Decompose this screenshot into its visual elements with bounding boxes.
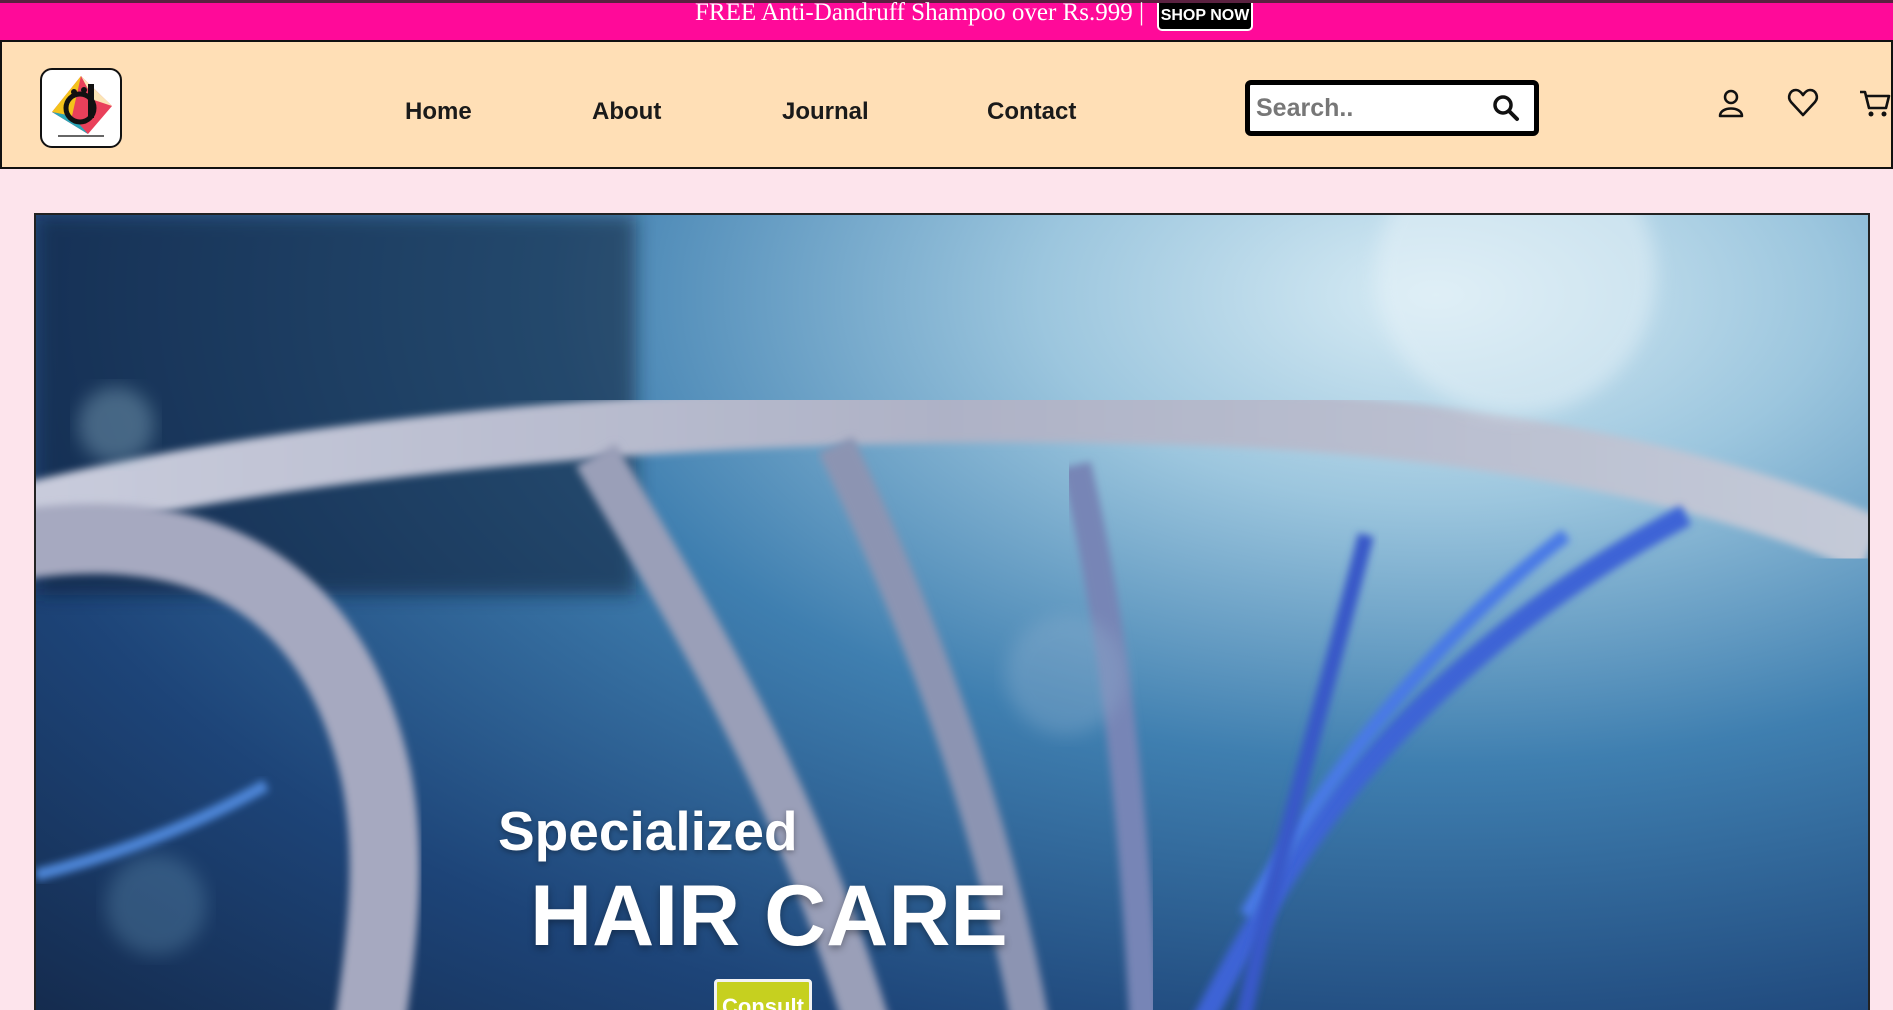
consult-button[interactable]: Consult <box>714 979 812 1010</box>
nav-about[interactable]: About <box>592 98 661 126</box>
search-box <box>1245 80 1539 136</box>
hero-title: HAIR CARE <box>530 868 1008 964</box>
shop-now-button[interactable]: SHOP NOW <box>1157 3 1253 31</box>
cart-icon[interactable] <box>1858 86 1892 120</box>
search-input[interactable] <box>1256 89 1476 127</box>
promo-text: FREE Anti-Dandruff Shampoo over Rs.999 | <box>695 0 1144 26</box>
heart-icon[interactable] <box>1786 86 1820 120</box>
brand-logo[interactable] <box>40 68 122 148</box>
logo-icon <box>52 76 112 137</box>
nav-contact[interactable]: Contact <box>987 98 1076 126</box>
search-icon[interactable] <box>1490 93 1524 123</box>
user-icon[interactable] <box>1714 86 1748 120</box>
site-header: Home About Journal Contact <box>0 40 1893 169</box>
promo-banner: FREE Anti-Dandruff Shampoo over Rs.999 |… <box>0 0 1893 40</box>
hero-subtitle: Specialized <box>498 800 798 862</box>
nav-home[interactable]: Home <box>405 98 472 126</box>
hero-banner: Specialized HAIR CARE Consult <box>34 213 1870 1010</box>
nav-journal[interactable]: Journal <box>782 98 869 126</box>
